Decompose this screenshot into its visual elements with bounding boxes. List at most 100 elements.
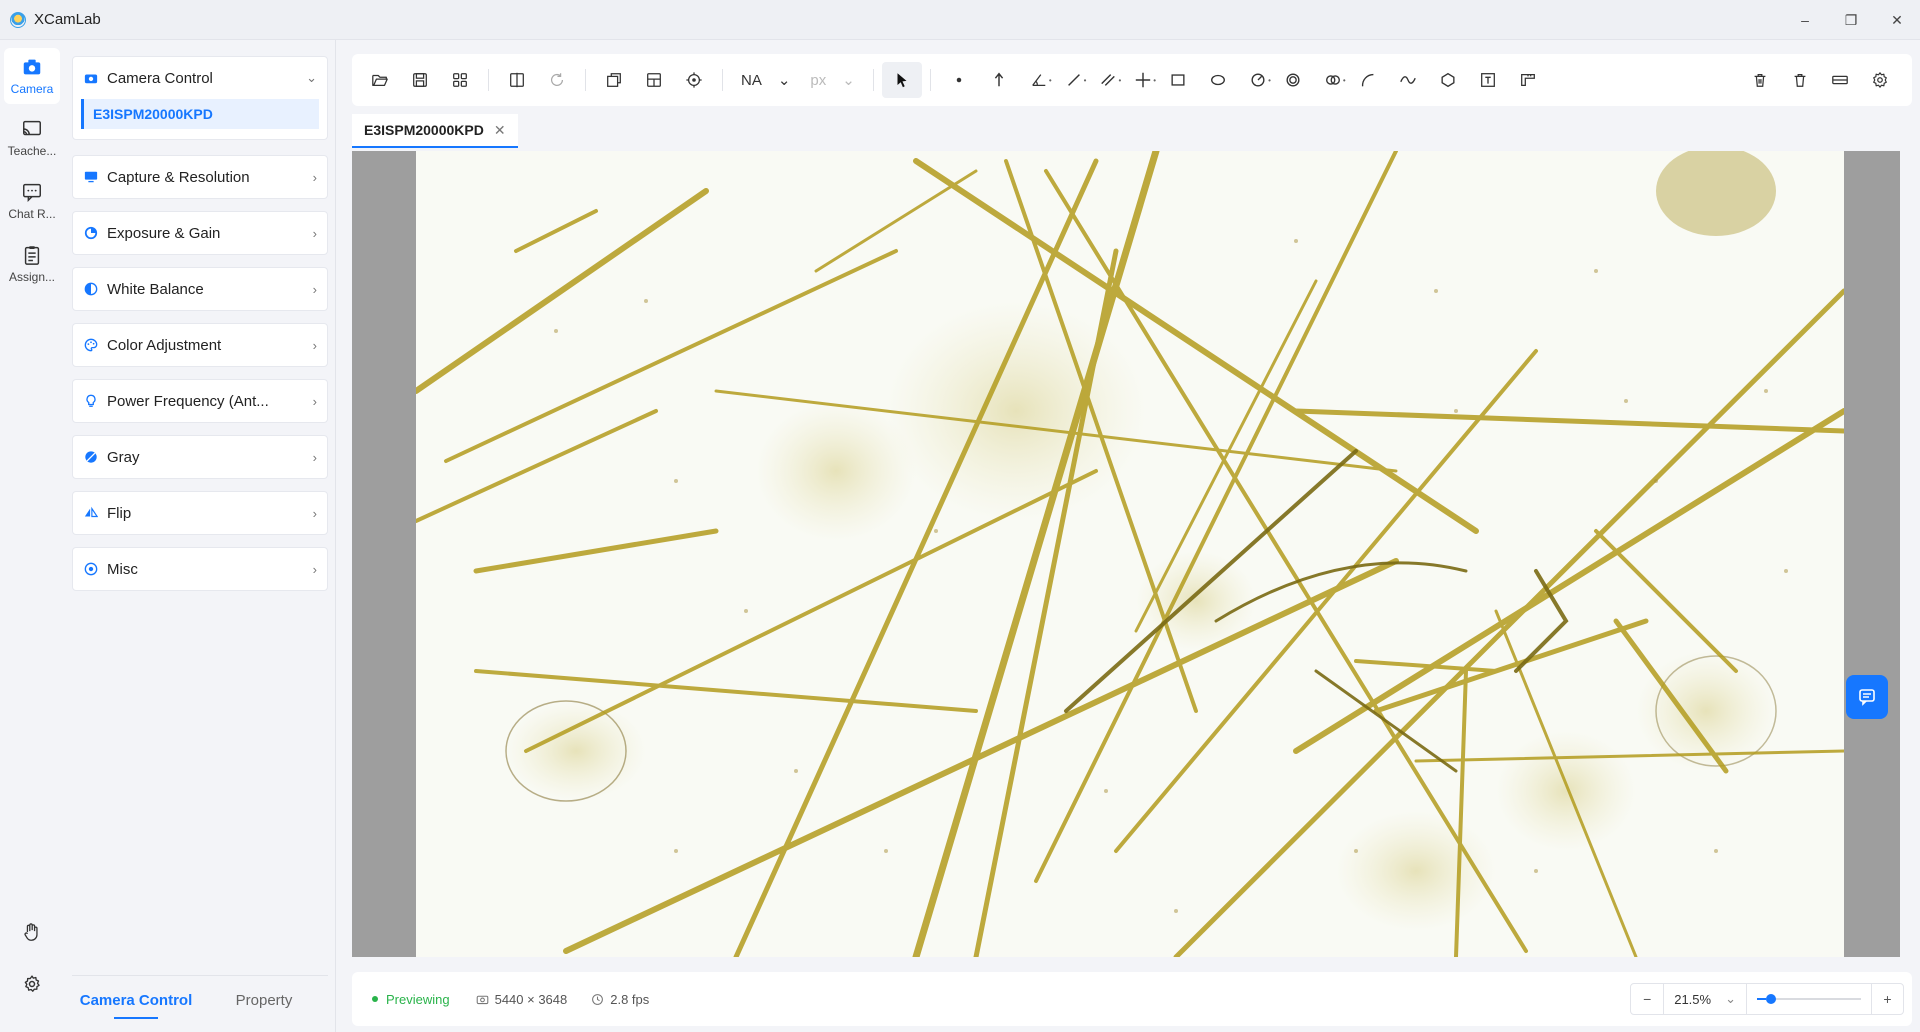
image-viewer[interactable] [352,151,1900,957]
parallel-lines-icon [1101,74,1116,86]
annulus-icon [1286,73,1300,87]
chat-icon [23,183,41,203]
delete-all-button[interactable] [1780,62,1820,98]
group-camera-control: Camera Control ⌄ E3ISPM20000KPD [72,56,328,140]
camera-icon [23,59,41,75]
rail-item-camera[interactable]: Camera [4,48,60,104]
na-select[interactable]: NA ⌄ [731,62,800,98]
zoom-out-button[interactable]: − [1631,984,1663,1014]
arrow-tool-button[interactable] [979,62,1019,98]
tab-camera-control[interactable]: Camera Control [72,976,200,1025]
camera-settings-panel: Camera Control ⌄ E3ISPM20000KPD Capture … [64,40,336,1032]
curve-icon [1399,76,1416,84]
folder-open-icon [372,74,388,87]
target-icon [686,72,702,88]
refresh-icon [550,73,564,86]
group-header[interactable]: Camera Control ⌄ [73,57,327,99]
arc-tool-button[interactable] [1348,62,1388,98]
nav-rail: Camera Teache... Chat R... Assign... [0,40,64,1032]
ellipse-tool-button[interactable] [1198,62,1238,98]
document-tab[interactable]: E3ISPM20000KPD ✕ [352,114,518,148]
camera-device-item[interactable]: E3ISPM20000KPD [81,99,319,129]
focus-button[interactable] [674,62,714,98]
delete-selected-button[interactable] [1740,62,1780,98]
refresh-button[interactable] [537,62,577,98]
polygon-icon [1441,72,1455,88]
rail-label: Assign... [8,270,56,284]
group-power-frequency[interactable]: Power Frequency (Ant... › [72,379,328,423]
text-tool-button[interactable] [1468,62,1508,98]
microscope-specimen-image [416,151,1844,957]
misc-icon [83,561,99,577]
toolbar-divider [929,69,931,91]
group-flip[interactable]: Flip › [72,491,328,535]
layout-button[interactable] [634,62,674,98]
rail-label: Teache... [7,144,57,158]
zoom-in-button[interactable]: + [1871,984,1903,1014]
hand-tool-button[interactable] [18,918,46,946]
app-logo-icon [10,11,26,28]
rail-item-teacher[interactable]: Teache... [4,110,60,166]
group-label: Gray [107,448,140,466]
minimize-button[interactable]: – [1782,0,1828,40]
chevron-right-icon: › [312,225,317,241]
chat-float-button[interactable] [1846,675,1888,719]
group-exposure-gain[interactable]: Exposure & Gain › [72,211,328,255]
scale-bar-tool-button[interactable] [1508,62,1548,98]
chevron-down-icon: ⌄ [306,70,317,85]
chevron-right-icon: › [312,561,317,577]
point-tool-button[interactable] [939,62,979,98]
zoom-slider-fill [1757,998,1766,1000]
na-select-value: NA [741,71,762,89]
rail-item-assignments[interactable]: Assign... [4,236,60,292]
document-tabs: E3ISPM20000KPD ✕ [352,114,518,148]
curve-tool-button[interactable] [1388,62,1428,98]
grid-icon [453,73,467,87]
exposure-icon [83,225,99,241]
zoom-slider[interactable] [1757,984,1861,1014]
group-white-balance[interactable]: White Balance › [72,267,328,311]
annulus-tool-button[interactable] [1273,62,1313,98]
group-capture-resolution[interactable]: Capture & Resolution › [72,155,328,199]
toolbar: NA ⌄ px ⌄ • • • • • • [352,54,1912,106]
open-button[interactable] [360,62,400,98]
group-color-adjustment[interactable]: Color Adjustment › [72,323,328,367]
preview-status: Previewing [386,991,450,1007]
group-gray[interactable]: Gray › [72,435,328,479]
select-tool-button[interactable] [881,62,922,98]
hand-icon [24,923,38,941]
half-circle-icon [83,281,99,297]
polygon-tool-button[interactable] [1428,62,1468,98]
group-misc[interactable]: Misc › [72,547,328,591]
group-label: Color Adjustment [107,336,222,354]
rectangle-tool-button[interactable] [1158,62,1198,98]
zoom-select[interactable]: 21.5% ⌄ [1663,984,1747,1014]
status-bar: Previewing 5440 × 3648 2.8 fps − 21.5% ⌄… [352,972,1912,1026]
unit-select[interactable]: px ⌄ [800,62,864,98]
ruler-icon [1520,73,1535,87]
zoom-control: − 21.5% ⌄ + [1630,983,1904,1015]
save-button[interactable] [400,62,440,98]
close-tab-icon[interactable]: ✕ [494,122,506,139]
restore-button[interactable]: ❐ [1828,0,1874,40]
rail-item-chat[interactable]: Chat R... [4,173,60,229]
settings-button[interactable] [18,970,46,998]
measure-settings-button[interactable] [1860,62,1900,98]
zoom-value: 21.5% [1674,991,1712,1007]
bulb-icon [83,393,99,409]
close-button[interactable]: ✕ [1874,0,1920,40]
calibration-icon [1832,75,1848,85]
roi-button[interactable] [594,62,634,98]
circle-radius-icon [1251,73,1265,87]
two-circles-icon [1325,75,1340,85]
palette-icon [83,337,99,353]
gallery-button[interactable] [440,62,480,98]
zoom-slider-handle[interactable] [1765,994,1776,1004]
tab-property[interactable]: Property [200,976,328,1025]
group-label: Capture & Resolution [107,168,250,186]
compare-button[interactable] [497,62,537,98]
calibration-button[interactable] [1820,62,1860,98]
toolbar-divider [872,69,874,91]
chevron-down-icon: ⌄ [1725,991,1736,1006]
live-camera-image[interactable] [416,151,1844,957]
